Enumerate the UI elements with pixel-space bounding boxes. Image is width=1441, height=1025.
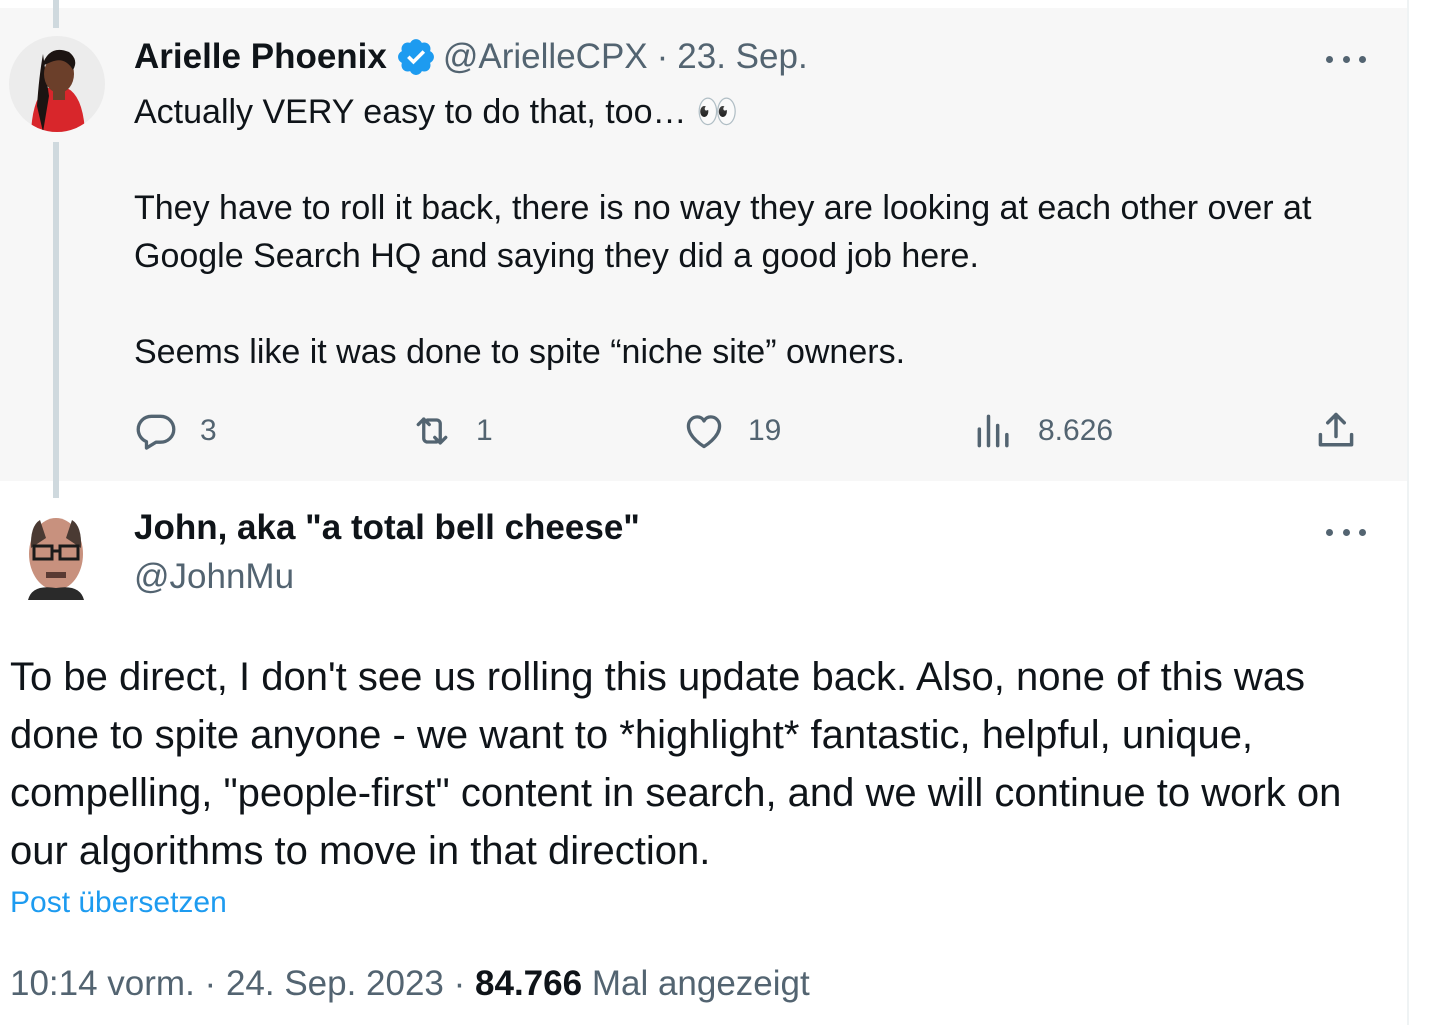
more-icon[interactable]	[1326, 49, 1366, 69]
translate-link[interactable]: Post übersetzen	[10, 886, 227, 920]
separator: ·	[453, 964, 466, 1003]
tweet-paragraph: Actually VERY easy to do that, too… 👀	[134, 93, 739, 131]
like-button[interactable]: 19	[682, 406, 781, 456]
author-handle[interactable]: @ArielleCPX	[443, 37, 648, 77]
tweet-time[interactable]: 10:14 vorm.	[10, 964, 195, 1003]
thread-line	[53, 142, 59, 498]
tweet-paragraph: They have to roll it back, there is no w…	[134, 189, 1312, 275]
views-count: 84.766	[475, 964, 583, 1003]
views-icon	[977, 414, 1009, 448]
parent-tweet-header: Arielle Phoenix @ArielleCPX · 23. Sep.	[134, 36, 808, 78]
avatar[interactable]	[10, 508, 102, 600]
views-button[interactable]: 8.626	[972, 406, 1113, 456]
author-name[interactable]: Arielle Phoenix	[134, 37, 387, 77]
column-border	[1407, 0, 1409, 1025]
author-name[interactable]: John, aka "a total bell cheese"	[134, 508, 640, 548]
more-icon[interactable]	[1326, 522, 1366, 542]
like-count: 19	[748, 414, 782, 447]
tweet-date[interactable]: 23. Sep.	[677, 37, 807, 77]
tweet-date[interactable]: 24. Sep. 2023	[226, 964, 444, 1003]
separator: ·	[656, 37, 669, 76]
share-button[interactable]	[1314, 406, 1380, 456]
views-label: Mal angezeigt	[591, 964, 810, 1003]
tweet-paragraph: Seems like it was done to spite “niche s…	[134, 333, 906, 371]
author-handle[interactable]: @JohnMu	[134, 557, 294, 597]
reply-count: 3	[200, 414, 217, 447]
main-tweet-text: To be direct, I don't see us rolling thi…	[10, 655, 1342, 873]
reply-icon	[136, 414, 176, 450]
tweet-meta: 10:14 vorm. · 24. Sep. 2023 · 84.766 Mal…	[10, 964, 810, 1004]
thread-line	[53, 0, 59, 28]
repost-count: 1	[476, 414, 493, 447]
parent-tweet-text: Actually VERY easy to do that, too… 👀 Th…	[134, 88, 1384, 376]
views-count: 8.626	[1038, 414, 1114, 447]
repost-icon	[416, 417, 448, 445]
verified-badge-icon	[395, 36, 437, 78]
action-bar: 3 1 19 8.626	[134, 406, 1364, 456]
reply-button[interactable]: 3	[134, 406, 217, 456]
share-icon	[1318, 412, 1354, 447]
like-icon	[686, 415, 722, 449]
separator: ·	[204, 964, 217, 1003]
top-strip	[0, 0, 1407, 8]
avatar[interactable]	[9, 36, 105, 132]
repost-button[interactable]: 1	[410, 406, 493, 456]
